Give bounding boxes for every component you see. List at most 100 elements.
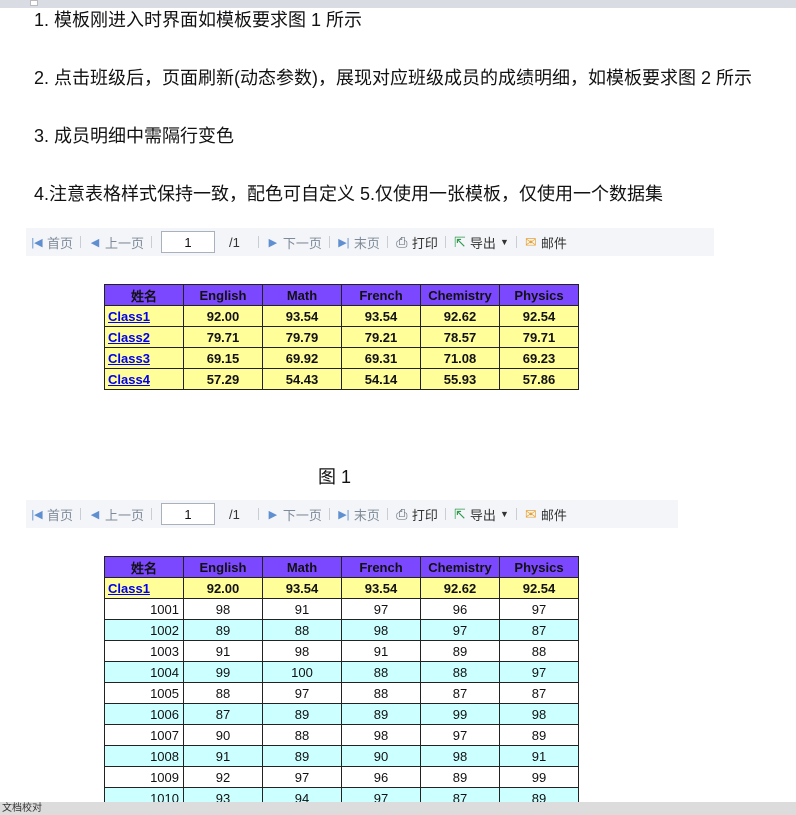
header-math: Math bbox=[262, 284, 342, 306]
class-row: Class4 57.29 54.43 54.14 55.93 57.86 bbox=[104, 368, 579, 390]
page-number-input[interactable] bbox=[161, 231, 216, 253]
class-link[interactable]: Class2 bbox=[108, 330, 150, 345]
prev-page-label: 上一页 bbox=[105, 507, 145, 523]
mail-button[interactable]: ✉ 邮件 bbox=[524, 505, 567, 524]
instruction-2: 2. 点击班级后，页面刷新(动态参数)，展现对应班级成员的成绩明细，如模板要求图… bbox=[34, 68, 753, 88]
header-physics: Physics bbox=[499, 556, 579, 578]
table-header-row: 姓名 English Math French Chemistry Physics bbox=[104, 556, 579, 578]
member-score-cell: 88 bbox=[262, 724, 342, 746]
next-page-button[interactable]: ▶ 下一页 bbox=[266, 233, 322, 252]
toolbar-divider bbox=[386, 508, 388, 520]
printer-icon: ⎙ bbox=[396, 233, 408, 250]
score-cell: 92.62 bbox=[420, 305, 500, 327]
chevron-down-icon: ▼ bbox=[499, 509, 509, 519]
header-french: French bbox=[341, 284, 421, 306]
export-button[interactable]: ⇱ 导出 ▼ bbox=[453, 505, 509, 524]
prev-page-label: 上一页 bbox=[105, 235, 145, 251]
score-cell: 92.00 bbox=[183, 577, 263, 599]
member-score-cell: 89 bbox=[341, 703, 421, 725]
toolbar-divider bbox=[328, 236, 330, 248]
toolbar-divider bbox=[444, 508, 446, 520]
member-score-cell: 97 bbox=[420, 619, 500, 641]
score-cell: 57.86 bbox=[499, 368, 579, 390]
member-score-cell: 97 bbox=[262, 682, 342, 704]
member-row: 1009 92 97 96 89 99 bbox=[104, 766, 579, 788]
export-button[interactable]: ⇱ 导出 ▼ bbox=[453, 233, 509, 252]
member-score-cell: 89 bbox=[262, 745, 342, 767]
member-score-cell: 88 bbox=[420, 661, 500, 683]
page-total: /1 bbox=[229, 234, 240, 250]
print-button[interactable]: ⎙ 打印 bbox=[395, 505, 438, 524]
member-score-cell: 89 bbox=[420, 766, 500, 788]
member-score-cell: 88 bbox=[341, 682, 421, 704]
last-page-button[interactable]: ▶| 末页 bbox=[337, 233, 380, 252]
member-score-cell: 96 bbox=[341, 766, 421, 788]
instruction-4: 4.注意表格样式保持一致，配色可自定义 5.仅使用一张模板，仅使用一个数据集 bbox=[34, 184, 664, 204]
member-row: 1006 87 89 89 99 98 bbox=[104, 703, 579, 725]
mail-icon: ✉ bbox=[524, 233, 537, 250]
next-page-label: 下一页 bbox=[282, 235, 322, 251]
member-score-cell: 98 bbox=[183, 598, 263, 620]
member-score-cell: 97 bbox=[262, 766, 342, 788]
class-link[interactable]: Class4 bbox=[108, 372, 150, 387]
member-row: 1002 89 88 98 97 87 bbox=[104, 619, 579, 641]
member-score-cell: 97 bbox=[499, 661, 579, 683]
member-score-cell: 87 bbox=[499, 682, 579, 704]
page-number-input[interactable] bbox=[161, 503, 216, 525]
first-page-button[interactable]: |◀ 首页 bbox=[30, 233, 73, 252]
score-cell: 55.93 bbox=[420, 368, 500, 390]
member-score-cell: 87 bbox=[420, 682, 500, 704]
header-english: English bbox=[183, 284, 263, 306]
class-link[interactable]: Class1 bbox=[108, 581, 150, 596]
next-page-button[interactable]: ▶ 下一页 bbox=[266, 505, 322, 524]
member-score-cell: 99 bbox=[420, 703, 500, 725]
next-page-icon: ▶ bbox=[268, 508, 278, 521]
header-english: English bbox=[183, 556, 263, 578]
header-name: 姓名 bbox=[104, 556, 184, 578]
last-page-button[interactable]: ▶| 末页 bbox=[337, 505, 380, 524]
mail-button[interactable]: ✉ 邮件 bbox=[524, 233, 567, 252]
toolbar-divider bbox=[257, 236, 259, 248]
class-link[interactable]: Class3 bbox=[108, 351, 150, 366]
member-score-cell: 88 bbox=[183, 682, 263, 704]
print-label: 打印 bbox=[411, 235, 438, 251]
member-score-cell: 91 bbox=[499, 745, 579, 767]
member-score-cell: 97 bbox=[420, 724, 500, 746]
header-physics: Physics bbox=[499, 284, 579, 306]
next-page-icon: ▶ bbox=[268, 236, 278, 249]
member-score-cell: 98 bbox=[499, 703, 579, 725]
member-score-cell: 98 bbox=[262, 640, 342, 662]
toolbar-divider bbox=[80, 236, 82, 248]
member-id-cell: 1008 bbox=[104, 745, 184, 767]
prev-page-icon: ◀ bbox=[90, 236, 100, 249]
member-score-cell: 90 bbox=[341, 745, 421, 767]
last-page-label: 末页 bbox=[353, 507, 380, 523]
page-total: /1 bbox=[229, 506, 240, 522]
prev-page-button[interactable]: ◀ 上一页 bbox=[88, 233, 144, 252]
report-toolbar-1: |◀ 首页 ◀ 上一页 /1 ▶ 下一页 ▶|末页 ⎙打印 ⇱导出▼ ✉邮件 bbox=[26, 228, 714, 256]
last-page-icon: ▶| bbox=[338, 236, 350, 249]
header-french: French bbox=[341, 556, 421, 578]
first-page-label: 首页 bbox=[47, 507, 74, 523]
class-link[interactable]: Class1 bbox=[108, 309, 150, 324]
class-row: Class1 92.00 93.54 93.54 92.62 92.54 bbox=[104, 305, 579, 327]
toolbar-divider bbox=[444, 236, 446, 248]
prev-page-icon: ◀ bbox=[90, 508, 100, 521]
print-button[interactable]: ⎙ 打印 bbox=[395, 233, 438, 252]
score-cell: 79.21 bbox=[341, 326, 421, 348]
score-cell: 92.62 bbox=[420, 577, 500, 599]
member-row: 1001 98 91 97 96 97 bbox=[104, 598, 579, 620]
member-id-cell: 1007 bbox=[104, 724, 184, 746]
member-score-cell: 97 bbox=[341, 598, 421, 620]
member-row: 1003 91 98 91 89 88 bbox=[104, 640, 579, 662]
member-row: 1004 99 100 88 88 97 bbox=[104, 661, 579, 683]
prev-page-button[interactable]: ◀ 上一页 bbox=[88, 505, 144, 524]
first-page-button[interactable]: |◀ 首页 bbox=[30, 505, 73, 524]
member-score-cell: 100 bbox=[262, 661, 342, 683]
member-id-cell: 1001 bbox=[104, 598, 184, 620]
export-icon: ⇱ bbox=[454, 233, 466, 250]
score-cell: 93.54 bbox=[341, 577, 421, 599]
class-detail-table: 姓名 English Math French Chemistry Physics… bbox=[104, 556, 579, 809]
score-cell: 54.43 bbox=[262, 368, 342, 390]
toolbar-divider bbox=[151, 236, 153, 248]
